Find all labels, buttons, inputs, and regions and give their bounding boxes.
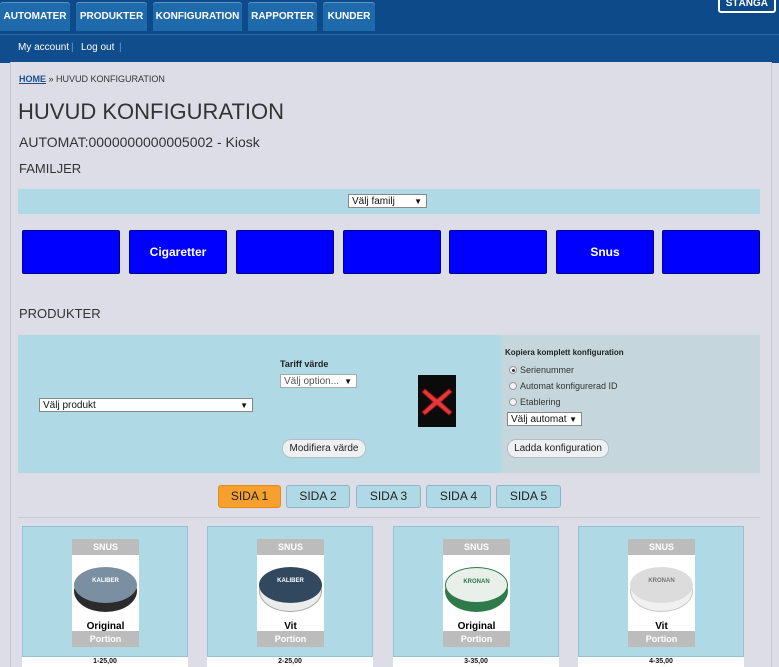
brand-band: SNUS bbox=[257, 539, 324, 555]
families-heading: FAMILJER bbox=[19, 161, 82, 176]
automat-select[interactable]: Välj automat ▼ bbox=[507, 412, 582, 426]
products-panel: Välj produkt ▼ Tariff värde Välj option.… bbox=[18, 335, 760, 473]
family-tile[interactable] bbox=[22, 230, 120, 274]
can-lid: KRONAN bbox=[630, 567, 693, 603]
product-price: 4-35,00 bbox=[578, 657, 744, 667]
modify-value-button[interactable]: Modifiera värde bbox=[282, 439, 366, 458]
can-text: KALIBER bbox=[92, 578, 119, 584]
chevron-down-icon: ▼ bbox=[569, 415, 577, 424]
automat-info: AUTOMAT:0000000000005002 - Kiosk bbox=[19, 134, 260, 150]
can-lid: KRONAN bbox=[445, 567, 508, 603]
brand-band: SNUS bbox=[72, 539, 139, 555]
radio-etablering[interactable]: Etablering bbox=[509, 397, 561, 407]
delete-icon[interactable] bbox=[418, 375, 456, 427]
tab-konfiguration[interactable]: KONFIGURATION bbox=[153, 2, 242, 31]
breadcrumb-separator: » bbox=[48, 74, 54, 84]
breadcrumb-home-link[interactable]: HOME bbox=[19, 74, 46, 84]
chevron-down-icon: ▼ bbox=[240, 401, 248, 410]
radio-dot bbox=[509, 382, 517, 390]
family-tile-cigaretter[interactable]: Cigaretter bbox=[129, 230, 227, 274]
family-tile[interactable] bbox=[662, 230, 760, 274]
products-heading: PRODUKTER bbox=[19, 306, 101, 321]
radio-serienummer[interactable]: Serienummer bbox=[509, 365, 574, 375]
breadcrumb: HOME » HUVUD KONFIGURATION bbox=[19, 74, 165, 84]
tab-kunder[interactable]: KUNDER bbox=[323, 2, 375, 31]
top-nav: AUTOMATER PRODUKTER KONFIGURATION RAPPOR… bbox=[0, 0, 779, 34]
can-text: KALIBER bbox=[277, 578, 304, 584]
product-select[interactable]: Välj produkt ▼ bbox=[39, 398, 253, 412]
page-button-4[interactable]: SIDA 4 bbox=[426, 485, 491, 508]
family-select-bar: Välj familj ▼ bbox=[18, 189, 760, 214]
tariff-select-value: Välj option... bbox=[284, 376, 340, 387]
chevron-down-icon: ▼ bbox=[344, 377, 352, 386]
page-button-3[interactable]: SIDA 3 bbox=[356, 485, 421, 508]
product-card[interactable]: SNUS KALIBER Vit Portion bbox=[207, 526, 373, 657]
radio-label: Etablering bbox=[520, 397, 561, 407]
product-price: 2-25,00 bbox=[207, 657, 373, 667]
subnav-separator: | bbox=[119, 42, 122, 53]
radio-dot bbox=[509, 366, 517, 374]
product-price: 3-35,00 bbox=[393, 657, 559, 667]
subnav-separator: | bbox=[71, 42, 74, 53]
sub-nav: My account | Log out | bbox=[0, 34, 779, 63]
product-image: SNUS KALIBER Original Portion bbox=[72, 539, 139, 647]
product-image: SNUS KRONAN Vit Portion bbox=[628, 539, 695, 647]
my-account-link[interactable]: My account bbox=[18, 42, 69, 53]
family-tile[interactable] bbox=[449, 230, 547, 274]
radio-dot bbox=[509, 398, 517, 406]
product-card[interactable]: SNUS KRONAN Original Portion bbox=[393, 526, 559, 657]
can-lid: KALIBER bbox=[259, 567, 322, 603]
page-button-2[interactable]: SIDA 2 bbox=[286, 485, 350, 508]
can-text: KRONAN bbox=[648, 578, 675, 584]
logout-link[interactable]: Log out bbox=[81, 42, 114, 53]
main-content: HOME » HUVUD KONFIGURATION HUVUD KONFIGU… bbox=[10, 62, 772, 667]
tab-rapporter[interactable]: RAPPORTER bbox=[248, 2, 317, 31]
product-card[interactable]: SNUS KALIBER Original Portion bbox=[22, 526, 188, 657]
family-tile-snus[interactable]: Snus bbox=[556, 230, 654, 274]
product-image: SNUS KALIBER Vit Portion bbox=[257, 539, 324, 647]
product-price: 1-25,00 bbox=[22, 657, 188, 667]
can-text: KRONAN bbox=[463, 579, 490, 585]
tab-automater[interactable]: AUTOMATER bbox=[0, 2, 70, 31]
tab-produkter[interactable]: PRODUKTER bbox=[76, 2, 147, 31]
product-image: SNUS KRONAN Original Portion bbox=[443, 539, 510, 647]
copy-config-heading: Kopiera komplett konfiguration bbox=[505, 348, 624, 357]
radio-label: Automat konfigurerad ID bbox=[520, 381, 618, 391]
product-variant: Portion bbox=[443, 631, 510, 647]
copy-config-panel: Kopiera komplett konfiguration Serienumm… bbox=[501, 335, 760, 473]
family-tile[interactable] bbox=[343, 230, 441, 274]
load-config-button[interactable]: Ladda konfiguration bbox=[507, 439, 609, 458]
product-card[interactable]: SNUS KRONAN Vit Portion bbox=[578, 526, 744, 657]
product-select-value: Välj produkt bbox=[43, 400, 96, 411]
brand-band: SNUS bbox=[628, 539, 695, 555]
automat-select-value: Välj automat bbox=[511, 414, 567, 425]
family-select-value: Välj familj bbox=[352, 196, 395, 207]
page-title: HUVUD KONFIGURATION bbox=[18, 99, 285, 124]
close-button[interactable]: STÄNGA bbox=[717, 0, 776, 13]
can-lid: KALIBER bbox=[74, 567, 137, 603]
product-variant: Portion bbox=[257, 631, 324, 647]
page-button-5[interactable]: SIDA 5 bbox=[496, 485, 561, 508]
tariff-select[interactable]: Välj option... ▼ bbox=[280, 374, 357, 388]
radio-automat-id[interactable]: Automat konfigurerad ID bbox=[509, 381, 618, 391]
radio-label: Serienummer bbox=[520, 365, 575, 375]
product-variant: Portion bbox=[72, 631, 139, 647]
page-button-1[interactable]: SIDA 1 bbox=[218, 485, 281, 508]
divider bbox=[18, 517, 760, 518]
family-select[interactable]: Välj familj ▼ bbox=[348, 194, 427, 208]
chevron-down-icon: ▼ bbox=[414, 197, 422, 206]
tariff-label: Tariff värde bbox=[280, 359, 329, 369]
breadcrumb-current: HUVUD KONFIGURATION bbox=[56, 74, 165, 84]
product-variant: Portion bbox=[628, 631, 695, 647]
family-tile[interactable] bbox=[236, 230, 334, 274]
brand-band: SNUS bbox=[443, 539, 510, 555]
